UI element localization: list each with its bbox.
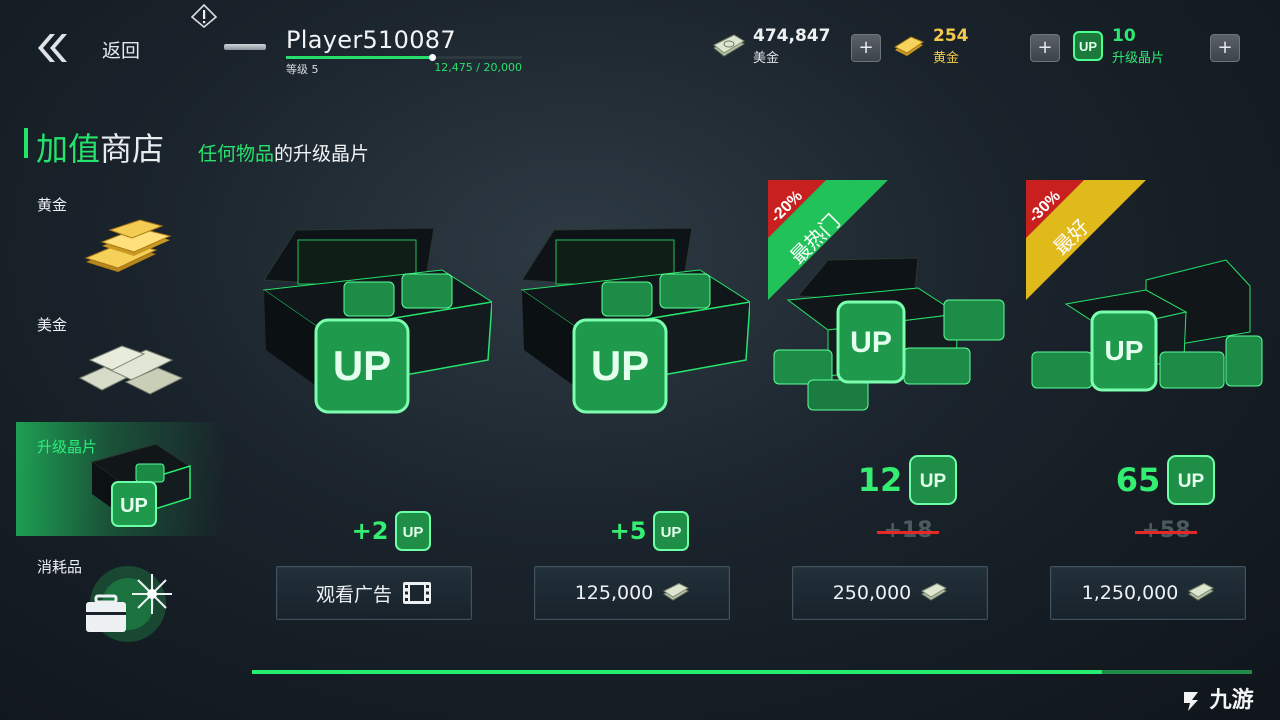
original-amount-text: +18 <box>877 518 939 543</box>
offer-amount-text: +2 <box>351 517 389 545</box>
player-name: Player510087 <box>286 26 456 54</box>
sidebar-item-label: 黄金 <box>37 196 68 214</box>
discount-ribbon-hot: -20% 最热门 <box>768 180 888 300</box>
sidebar-item-upgrade-chips[interactable]: 升级晶片 UP <box>16 422 226 536</box>
page-title-rest: 商店 <box>100 130 165 168</box>
buy-button-label: 250,000 <box>832 582 912 604</box>
chip-text: UP <box>1105 335 1144 366</box>
xp-text: 12,475 / 20,000 <box>434 61 522 74</box>
horizontal-scrollbar[interactable] <box>252 670 1252 674</box>
sidebar-item-consumables[interactable]: 消耗品 <box>16 556 226 670</box>
gold-bars-icon <box>84 219 172 272</box>
cash-stacks-icon <box>78 345 184 395</box>
upgrade-chip-icon-text: UP <box>1079 39 1097 54</box>
offer-amount: +5 UP <box>534 510 766 552</box>
page-subtitle-rest: 的升级晶片 <box>274 143 370 165</box>
offer-amount-text: 12 <box>857 461 903 499</box>
upgrade-chip-icon: UP <box>1167 455 1216 505</box>
offer-amount-text: +5 <box>609 517 647 545</box>
upgrade-chip-icon: UP <box>653 511 690 551</box>
chip-text: UP <box>850 326 892 359</box>
upgrade-chip-currency: UP 10 升级晶片 <box>1072 26 1192 66</box>
cash-icon <box>663 583 690 601</box>
chip-text: UP <box>920 471 947 492</box>
alert-icon[interactable] <box>191 4 217 28</box>
upgrade-chip-case-small-art: UP <box>262 227 492 414</box>
film-icon <box>403 582 431 604</box>
offer-card[interactable]: UP +5 UP 125,000 <box>520 180 766 620</box>
buy-button[interactable]: 250,000 <box>792 566 988 620</box>
chip-text: UP <box>1178 471 1205 492</box>
sidebar-item-gold[interactable]: 黄金 <box>16 194 226 308</box>
discount-ribbon-best: -30% 最好 <box>1026 180 1146 300</box>
original-amount: +18 <box>792 518 1024 543</box>
xp-progress-fill <box>286 56 433 59</box>
sidebar-item-label: 美金 <box>37 316 68 334</box>
upgrade-chip-value: 10 <box>1112 26 1136 46</box>
buy-button-label: 125,000 <box>574 582 654 604</box>
offer-amount: 12 UP <box>792 454 1024 506</box>
top-bar: 返回 Player510087 等级 5 12,475 / 20,000 474… <box>0 0 1280 90</box>
title-accent <box>24 128 28 158</box>
sidebar-item-label: 消耗品 <box>37 558 83 576</box>
scrollbar-thumb[interactable] <box>252 670 1102 674</box>
cash-icon <box>713 34 745 57</box>
original-amount: +58 <box>1050 518 1280 543</box>
page-title: 加值商店 <box>36 124 164 170</box>
back-button[interactable]: 返回 <box>34 30 144 66</box>
chip-text: UP <box>591 342 649 389</box>
cash-label: 美金 <box>753 51 780 66</box>
watermark-text: 九游 <box>1209 688 1254 713</box>
offer-card[interactable]: UP -30% 最好 65 UP +58 1,250,000 <box>1026 180 1280 620</box>
rank-insignia <box>224 44 266 50</box>
player-level: 等级 5 <box>286 63 319 76</box>
watermark: 九游 <box>1180 682 1254 714</box>
double-chevron-left-icon <box>38 34 67 62</box>
add-upgrade-chip-button[interactable]: + <box>1210 34 1240 62</box>
page-subtitle: 任何物品的升级晶片 <box>198 139 369 166</box>
offer-amount-text: 65 <box>1115 461 1161 499</box>
xp-progress-marker <box>429 54 437 61</box>
toolbox-icon <box>86 566 172 642</box>
offer-card[interactable]: UP +2 UP 观看广告 <box>262 180 508 620</box>
gold-value: 254 <box>933 26 969 46</box>
watch-ad-button[interactable]: 观看广告 <box>276 566 472 620</box>
buy-button-label: 1,250,000 <box>1081 582 1179 604</box>
xp-progress-bar <box>286 54 522 61</box>
original-amount-text: +58 <box>1135 518 1197 543</box>
gold-bar-icon <box>893 36 925 56</box>
chip-text: UP <box>661 524 682 541</box>
cash-icon <box>921 583 948 601</box>
upgrade-chip-case-medium-art: UP <box>520 227 750 414</box>
offer-card[interactable]: UP -20% 最热门 12 UP +18 250,000 <box>768 180 1024 620</box>
offer-amount: +2 UP <box>276 510 508 552</box>
upgrade-chip-icon: UP <box>909 455 958 505</box>
cash-icon <box>1188 583 1215 601</box>
upgrade-chip-case-icon: UP <box>90 443 192 527</box>
upgrade-chip-icon: UP <box>1073 31 1103 61</box>
page-title-highlight: 加值 <box>36 130 101 168</box>
sidebar-item-cash[interactable]: 美金 <box>16 314 226 428</box>
back-label: 返回 <box>102 40 141 62</box>
upgrade-chip-label: 升级晶片 <box>1112 51 1165 66</box>
cash-value: 474,847 <box>753 26 831 46</box>
chip-text: UP <box>333 342 391 389</box>
buy-button[interactable]: 1,250,000 <box>1050 566 1246 620</box>
buy-button[interactable]: 125,000 <box>534 566 730 620</box>
chip-text: UP <box>120 495 148 517</box>
gold-currency: 254 黄金 <box>893 26 1013 66</box>
add-cash-button[interactable]: + <box>851 34 881 62</box>
buy-button-label: 观看广告 <box>315 583 392 606</box>
page-subtitle-highlight: 任何物品 <box>198 143 275 165</box>
gold-label: 黄金 <box>933 51 960 66</box>
offer-amount: 65 UP <box>1050 454 1280 506</box>
chip-text: UP <box>403 524 424 541</box>
add-gold-button[interactable]: + <box>1030 34 1060 62</box>
watermark-logo-icon <box>1184 692 1198 711</box>
upgrade-chip-icon: UP <box>395 511 432 551</box>
